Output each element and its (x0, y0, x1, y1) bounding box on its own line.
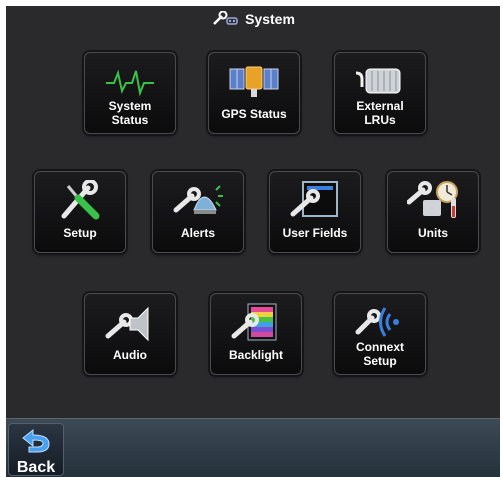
tile-label: Audio (113, 348, 147, 362)
bottom-toolbar: Back (6, 418, 500, 477)
tile-label: Alerts (180, 226, 215, 240)
tile-label: Setup (63, 226, 97, 240)
system-screen: System System Status GPS Status External… (6, 6, 500, 477)
waveform-icon (106, 69, 154, 97)
system-status-button[interactable]: System Status (84, 52, 176, 134)
speaker-icon (105, 306, 149, 342)
connext-icon (355, 307, 399, 337)
satellite-icon (229, 66, 279, 97)
setup-button[interactable]: Setup (34, 171, 126, 253)
gps-status-button[interactable]: GPS Status (208, 52, 300, 134)
alerts-button[interactable]: Alerts (152, 171, 244, 253)
back-arrow-icon (22, 428, 50, 453)
alert-icon (173, 185, 223, 214)
user-fields-icon (290, 181, 338, 217)
tile-label: Backlight (228, 348, 283, 362)
external-lrus-button[interactable]: External LRUs (334, 52, 426, 134)
back-button[interactable]: Back (8, 423, 64, 476)
tile-label: External LRUs (356, 99, 404, 127)
tile-label: User Fields (282, 226, 348, 240)
tile-label: System Status (108, 99, 152, 127)
system-wrench-icon (213, 11, 238, 25)
backlight-icon (231, 303, 277, 341)
page-title: System (245, 11, 295, 27)
tile-label: GPS Status (221, 107, 287, 121)
page-header: System (6, 6, 500, 32)
tile-label: Units (418, 226, 448, 240)
backlight-button[interactable]: Backlight (210, 293, 302, 375)
connext-setup-button[interactable]: Connext Setup (334, 293, 426, 375)
lru-connector-icon (355, 68, 401, 94)
user-fields-button[interactable]: User Fields (269, 171, 361, 253)
units-icon (407, 181, 458, 218)
tile-label: Connext Setup (356, 340, 404, 368)
back-label: Back (16, 459, 56, 476)
wrench-screwdriver-icon (61, 180, 100, 220)
units-button[interactable]: Units (387, 171, 479, 253)
audio-button[interactable]: Audio (84, 293, 176, 375)
